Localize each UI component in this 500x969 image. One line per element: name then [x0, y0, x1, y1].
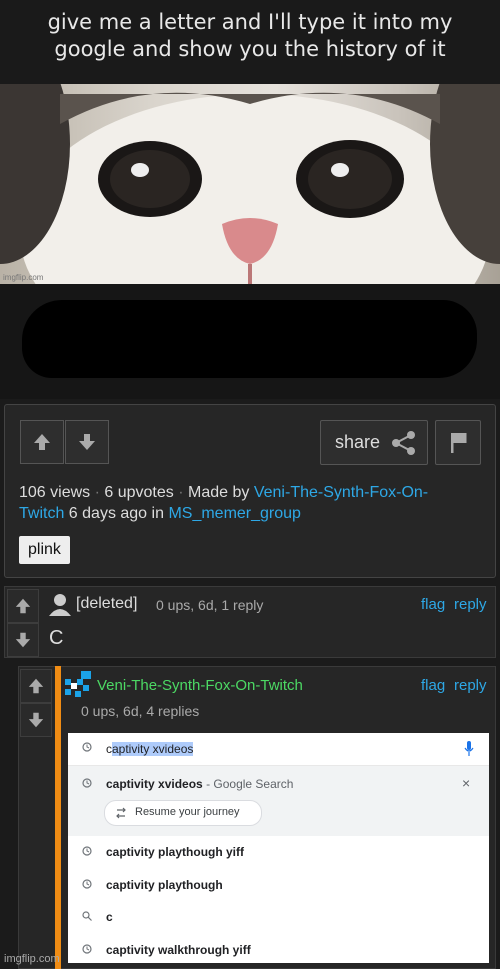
- suggestion-text: c: [106, 910, 113, 924]
- suggestion-text: captivity walkthrough yiff: [106, 943, 251, 957]
- upvote-button[interactable]: [20, 420, 64, 464]
- history-clock-icon: [82, 879, 92, 889]
- suggestion-text: captivity playthough yiff: [106, 845, 245, 859]
- suggestion-row[interactable]: captivity playthough yiff: [68, 837, 489, 869]
- pixel-avatar-icon: [65, 671, 91, 697]
- author-link-part2[interactable]: Twitch: [19, 505, 64, 522]
- post-tag[interactable]: plink: [19, 536, 70, 564]
- comment2-meta: 0 ups, 6d, 4 replies: [81, 703, 200, 719]
- share-button[interactable]: share: [320, 420, 428, 465]
- journey-icon: [116, 807, 126, 819]
- arrow-up-icon: [34, 434, 50, 450]
- arrow-down-icon: [28, 712, 44, 728]
- search-bar[interactable]: captivity xvideos: [68, 733, 489, 766]
- autocomplete-highlight: aptivity xvideos: [112, 742, 194, 756]
- search-icon: [82, 911, 92, 921]
- suggestion-top-text: captivity xvideos: [106, 777, 203, 791]
- suggestion-top[interactable]: captivity xvideos - Google Search × Resu…: [68, 766, 489, 836]
- remove-suggestion-icon[interactable]: ×: [462, 775, 470, 791]
- stream-link[interactable]: MS_memer_group: [168, 505, 301, 522]
- comment1-upvote-button[interactable]: [7, 589, 39, 623]
- meme-caption: give me a letter and I'll type it into m…: [0, 0, 500, 84]
- arrow-up-icon: [15, 598, 31, 614]
- comment2-downvote-button[interactable]: [20, 703, 52, 737]
- suggestion-row[interactable]: captivity playthough: [68, 870, 489, 902]
- share-label: share: [335, 432, 381, 452]
- post-info: 106 views · 6 upvotes · Made by Veni-The…: [19, 484, 429, 522]
- caption-line-2: google and show you the history of it: [54, 37, 446, 61]
- comment1-flag-link[interactable]: flag: [421, 596, 445, 613]
- google-search-screenshot: captivity xvideos captivity xvideos - Go…: [68, 733, 489, 963]
- comment2-author[interactable]: Veni-The-Synth-Fox-On-Twitch: [97, 677, 303, 694]
- flag-icon: [451, 433, 467, 453]
- cat-face-illustration: [0, 84, 500, 284]
- history-clock-icon: [82, 742, 92, 752]
- history-clock-icon: [82, 846, 92, 856]
- arrow-down-icon: [15, 632, 31, 648]
- thread-indicator-bar: [55, 666, 61, 969]
- resume-journey-label: Resume your journey: [135, 806, 240, 818]
- author-link-part1[interactable]: Veni-The-Synth-Fox-On-: [254, 484, 428, 501]
- suggestion-row[interactable]: c: [68, 902, 489, 934]
- downvote-button[interactable]: [65, 420, 109, 464]
- made-by-label: Made by: [188, 484, 250, 501]
- caption-line-1: give me a letter and I'll type it into m…: [47, 10, 453, 34]
- share-icon: [392, 431, 415, 455]
- censor-scribble: [22, 300, 477, 378]
- image-watermark: imgflip.com: [3, 273, 44, 282]
- history-clock-icon: [82, 778, 92, 788]
- view-count: 106 views: [19, 484, 91, 501]
- comment-deleted: [deleted] 0 ups, 6d, 1 reply flag reply …: [4, 586, 496, 658]
- resume-journey-button[interactable]: Resume your journey: [104, 800, 262, 826]
- history-clock-icon: [82, 944, 92, 954]
- comment2-flag-link[interactable]: flag: [421, 677, 445, 694]
- post-time: 6 days ago in: [68, 505, 164, 522]
- cat-image: imgflip.com: [0, 84, 500, 284]
- upvote-count: 6 upvotes: [104, 484, 174, 501]
- arrow-down-icon: [79, 434, 95, 450]
- microphone-icon[interactable]: [464, 741, 474, 757]
- post-panel: share 106 views · 6 upvotes · Made by Ve…: [4, 404, 496, 578]
- comment1-downvote-button[interactable]: [7, 623, 39, 657]
- comment1-text: C: [49, 627, 64, 649]
- suggestion-row[interactable]: captivity walkthrough yiff: [68, 935, 489, 963]
- comment1-reply-link[interactable]: reply: [454, 596, 487, 613]
- comment1-meta: 0 ups, 6d, 1 reply: [156, 597, 264, 613]
- comment2-reply-link[interactable]: reply: [454, 677, 487, 694]
- flag-post-button[interactable]: [435, 420, 481, 465]
- arrow-up-icon: [28, 678, 44, 694]
- comment2-upvote-button[interactable]: [20, 669, 52, 703]
- footer-watermark: imgflip.com: [4, 953, 60, 965]
- comment1-author[interactable]: [deleted]: [76, 595, 137, 613]
- suggestion-top-sub: - Google Search: [206, 777, 294, 791]
- suggestion-text: captivity playthough: [106, 878, 223, 892]
- default-avatar-icon: [49, 594, 71, 616]
